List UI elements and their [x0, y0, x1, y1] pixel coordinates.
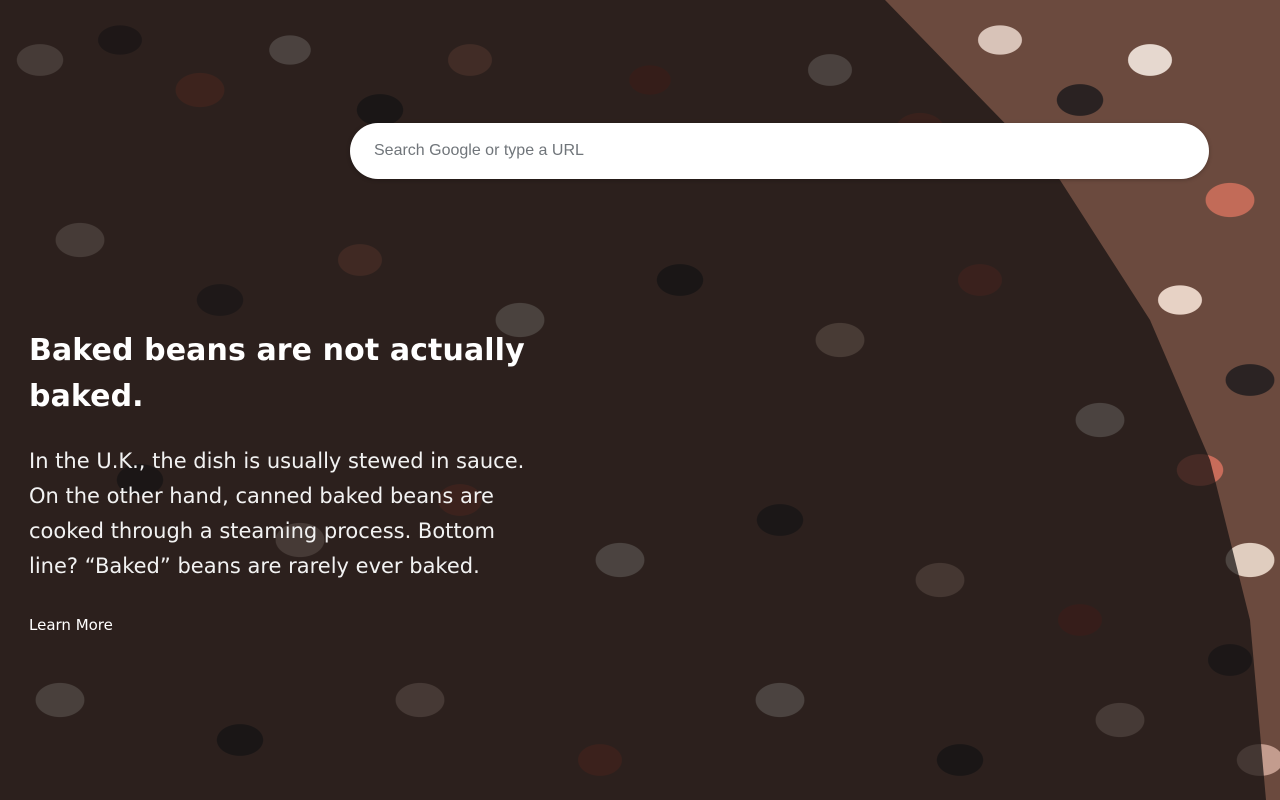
learn-more-link[interactable]: Learn More	[29, 616, 113, 634]
fact-title: Baked beans are not actually baked.	[29, 333, 525, 414]
search-input[interactable]	[372, 122, 1187, 180]
new-tab-page: Baked beans are not actually baked. In t…	[0, 0, 1280, 800]
fact-card: Baked beans are not actually baked. In t…	[29, 328, 549, 635]
fact-description: In the U.K., the dish is usually stewed …	[29, 449, 525, 578]
search-box[interactable]	[350, 122, 1209, 180]
